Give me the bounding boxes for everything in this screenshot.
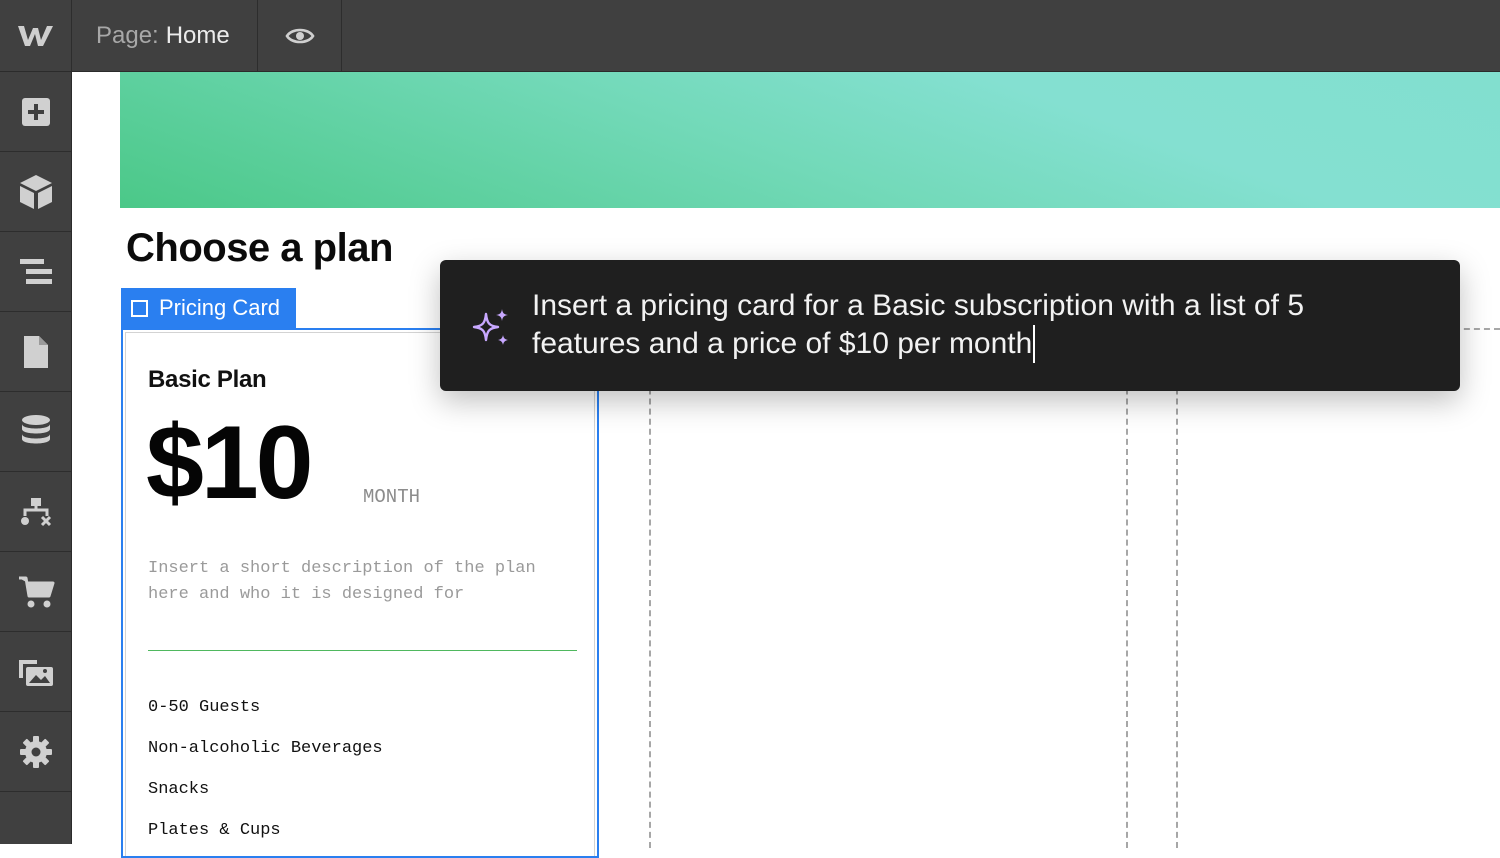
page-name: Home (165, 21, 230, 49)
cart-icon (18, 576, 54, 607)
logic-icon (20, 497, 51, 526)
add-icon (21, 97, 50, 126)
cms-icon (21, 414, 50, 443)
ai-prompt-input[interactable]: Insert a pricing card for a Basic subscr… (532, 287, 1412, 363)
webflow-logo[interactable] (0, 0, 72, 71)
text-caret (1033, 325, 1036, 363)
feature-item[interactable]: Plates & Cups (148, 821, 281, 840)
assets-button[interactable] (0, 632, 71, 712)
element-box-icon (131, 299, 148, 317)
hero-banner[interactable] (120, 72, 1500, 208)
navigator-button[interactable] (0, 232, 71, 312)
eye-icon (285, 28, 315, 43)
pricing-card[interactable]: Basic Plan $10 MONTH Insert a short desc… (121, 328, 599, 858)
feature-item[interactable]: 0-50 Guests (148, 698, 260, 717)
left-sidebar (0, 72, 72, 844)
page-label: Page: (96, 21, 159, 49)
plan-description[interactable]: Insert a short description of the plan h… (148, 556, 568, 608)
symbols-button[interactable] (0, 152, 71, 232)
ai-sparkle-icon (472, 309, 508, 345)
page-selector[interactable]: Page: Home (72, 0, 258, 71)
grid-cell-placeholder[interactable] (1176, 328, 1500, 848)
add-elements-button[interactable] (0, 72, 71, 152)
webflow-logo-icon (17, 25, 53, 46)
selected-element-label: Pricing Card (159, 295, 281, 320)
cms-button[interactable] (0, 392, 71, 472)
selected-element-tag[interactable]: Pricing Card (121, 288, 296, 328)
plan-period[interactable]: MONTH (363, 486, 420, 508)
section-heading[interactable]: Choose a plan (126, 226, 393, 271)
preview-button[interactable] (259, 0, 342, 71)
settings-button[interactable] (0, 712, 71, 792)
navigator-icon (19, 258, 52, 284)
feature-item[interactable]: Snacks (148, 780, 209, 799)
logic-button[interactable] (0, 472, 71, 552)
top-bar: Page: Home (0, 0, 1500, 72)
ai-prompt-text: Insert a pricing card for a Basic subscr… (532, 289, 1305, 360)
ecommerce-button[interactable] (0, 552, 71, 632)
ai-prompt-panel[interactable]: Insert a pricing card for a Basic subscr… (440, 260, 1460, 391)
plan-name[interactable]: Basic Plan (148, 366, 267, 394)
pages-button[interactable] (0, 312, 71, 392)
cube-icon (19, 174, 52, 209)
grid-cell-placeholder[interactable] (649, 328, 1128, 848)
feature-item[interactable]: Non-alcoholic Beverages (148, 739, 383, 758)
pages-icon (23, 335, 48, 368)
assets-icon (18, 659, 53, 686)
card-divider (148, 650, 577, 651)
plan-price[interactable]: $10 (146, 404, 314, 523)
gear-icon (19, 735, 52, 768)
